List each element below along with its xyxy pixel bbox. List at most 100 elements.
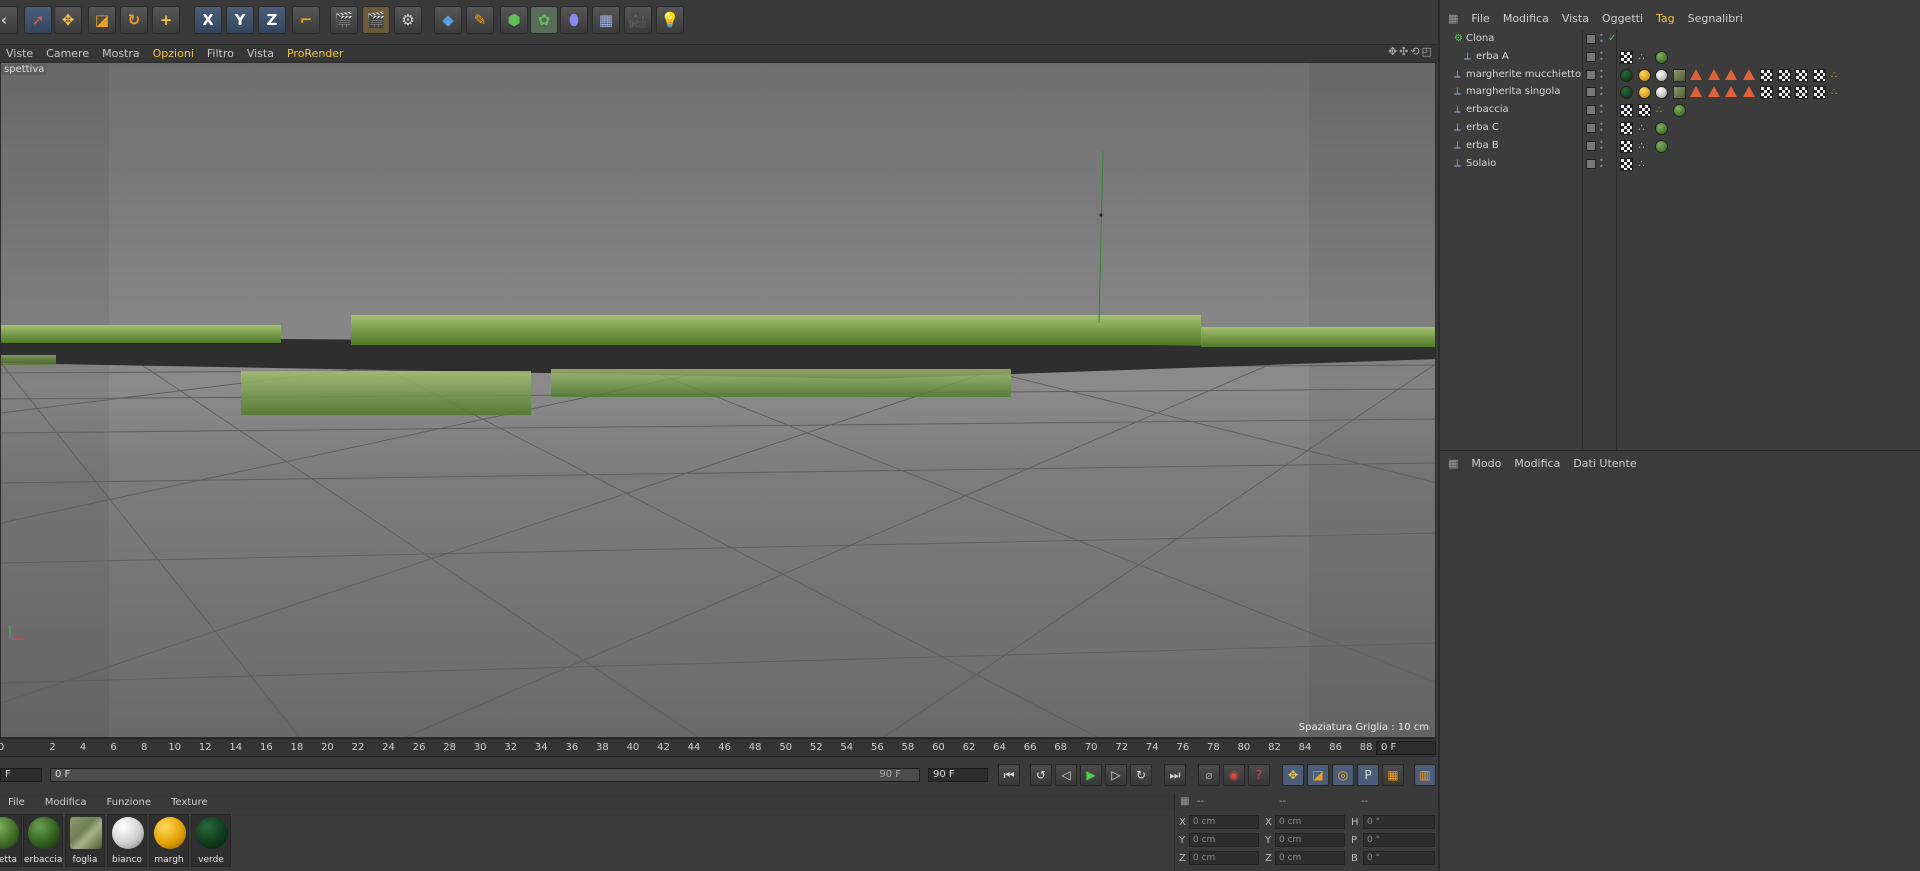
object-name[interactable]: erba A — [1476, 51, 1509, 62]
mat-menu-funzione[interactable]: Funzione — [107, 797, 152, 808]
tag-tex-icon[interactable] — [1672, 86, 1686, 100]
object-row[interactable]: ⟂ Solaio • • ∴ — [1440, 156, 1920, 173]
subdivision-icon[interactable]: ⬢ — [500, 6, 528, 34]
render-settings-icon[interactable]: ⚙ — [394, 6, 422, 34]
tag-sphere-white-icon[interactable] — [1655, 86, 1668, 100]
attr-menu-modo[interactable]: Modo — [1471, 457, 1501, 470]
goto-end-icon[interactable]: ⏭ — [1164, 764, 1186, 786]
object-name[interactable]: erbaccia — [1466, 104, 1509, 115]
deformer-icon[interactable]: ⬮ — [560, 6, 588, 34]
tag-checker-icon[interactable] — [1620, 50, 1633, 64]
object-row[interactable]: ⟂ margherite mucchietto • • ∴ — [1440, 67, 1920, 84]
tag-sphere-dark-icon[interactable] — [1620, 68, 1633, 82]
rotation-p-field[interactable]: 0 ° — [1363, 833, 1435, 847]
rotate-icon[interactable]: ↻ — [120, 6, 148, 34]
tag-checker-icon[interactable] — [1620, 157, 1633, 171]
layer-toggle[interactable] — [1586, 87, 1596, 98]
tag-tex-icon[interactable] — [1672, 68, 1686, 82]
next-frame-icon[interactable]: ▷ — [1105, 764, 1127, 786]
tag-tri-icon[interactable] — [1690, 86, 1702, 98]
obj-menu-file[interactable]: File — [1471, 12, 1489, 25]
menu-camere[interactable]: Camere — [46, 47, 89, 60]
tag-tri-icon[interactable] — [1690, 68, 1702, 80]
tag-checker-icon[interactable] — [1760, 86, 1773, 100]
layer-toggle[interactable] — [1586, 158, 1596, 169]
viewport-nav-icons[interactable]: ✥✣⟲◰ — [1388, 45, 1434, 58]
x-axis-icon[interactable]: X — [194, 6, 222, 34]
tag-dots-icon[interactable]: ∴ — [1637, 50, 1651, 64]
tag-checker-icon[interactable] — [1777, 68, 1791, 82]
tag-checker-icon[interactable] — [1620, 122, 1633, 135]
material-swatch[interactable]: erbaccia — [23, 814, 63, 867]
object-row[interactable]: ⟂ erba A • • ∴ — [1440, 49, 1920, 66]
mat-menu-texture[interactable]: Texture — [171, 797, 208, 808]
camera-icon[interactable]: 🎥 — [624, 6, 652, 34]
visibility-dots[interactable]: • • — [1599, 67, 1604, 81]
visibility-dots[interactable]: • • — [1599, 103, 1604, 117]
tag-checker-icon[interactable] — [1637, 104, 1651, 118]
tag-tri-icon[interactable] — [1742, 86, 1755, 98]
tag-checker-icon[interactable] — [1812, 68, 1826, 82]
layer-toggle[interactable] — [1586, 123, 1596, 133]
timeline-ruler[interactable]: 0 2 4 6 8 10 12 14 16 18 20 22 24 26 28 30 32 34 36 38 40 42 4… — [0, 738, 1436, 756]
menu-opzioni[interactable]: Opzioni — [153, 47, 194, 60]
tag-checker-icon[interactable] — [1760, 68, 1773, 82]
object-name[interactable]: Solaio — [1466, 158, 1496, 169]
tag-checker-icon[interactable] — [1620, 139, 1633, 153]
object-row[interactable]: ⟂ erba C • • ∴ — [1440, 120, 1920, 137]
visibility-dots[interactable]: • • — [1599, 156, 1604, 170]
layer-toggle[interactable] — [1586, 34, 1596, 44]
tag-sphere-green-icon[interactable] — [1655, 139, 1668, 153]
tag-dots-icon[interactable]: ∴ — [1655, 104, 1668, 118]
visibility-dots[interactable]: • • — [1599, 138, 1604, 152]
autokey-icon[interactable]: ◉ — [1223, 764, 1245, 786]
obj-menu-segnalibri[interactable]: Segnalibri — [1688, 12, 1743, 25]
z-axis-icon[interactable]: Z — [258, 6, 286, 34]
visibility-dots[interactable]: • • — [1599, 49, 1604, 63]
pen-icon[interactable]: ✎ — [466, 6, 494, 34]
loop-icon[interactable]: ↻ — [1130, 764, 1152, 786]
move-key-icon[interactable]: ✥ — [1282, 764, 1304, 786]
tag-tri-icon[interactable] — [1707, 68, 1720, 80]
material-swatch[interactable]: foglia — [65, 814, 105, 867]
param-key-icon[interactable]: P — [1357, 764, 1379, 786]
add-icon[interactable]: + — [152, 6, 180, 34]
position-z-field[interactable]: 0 cm — [1189, 851, 1259, 865]
tag-sphere-dark-icon[interactable] — [1620, 86, 1633, 100]
tag-tri-icon[interactable] — [1725, 68, 1737, 80]
tag-tri-icon[interactable] — [1707, 86, 1720, 98]
tag-sphere-green-icon[interactable] — [1655, 122, 1668, 135]
rotation-b-field[interactable]: 0 ° — [1363, 851, 1435, 865]
tag-tri-icon[interactable] — [1725, 86, 1737, 98]
enabled-check-icon[interactable]: ✓ — [1608, 33, 1616, 44]
object-name[interactable]: erba B — [1466, 140, 1499, 151]
prev-key-icon[interactable]: ↺ — [1030, 764, 1052, 786]
material-swatch[interactable]: bianco — [107, 814, 147, 867]
key-help-icon[interactable]: ? — [1248, 764, 1270, 786]
layer-toggle[interactable] — [1586, 69, 1596, 80]
layer-toggle[interactable] — [1586, 140, 1596, 151]
render-view-icon[interactable]: 🎬 — [330, 6, 358, 34]
play-icon[interactable]: ▶ — [1080, 764, 1102, 786]
tag-dots-icon[interactable]: ∴ — [1637, 122, 1651, 135]
array-icon[interactable]: ✿ — [530, 6, 558, 34]
tag-checker-icon[interactable] — [1812, 86, 1826, 100]
tag-checker-icon[interactable] — [1795, 68, 1808, 82]
start-frame-field[interactable]: F — [0, 768, 42, 782]
material-swatch[interactable]: verde — [191, 814, 231, 867]
obj-menu-vista[interactable]: Vista — [1562, 12, 1589, 25]
current-frame-field[interactable]: 0 F — [1376, 741, 1436, 755]
position-x-field[interactable]: 0 cm — [1189, 815, 1259, 829]
scale-key-icon[interactable]: ◪ — [1307, 764, 1329, 786]
visibility-dots[interactable]: • • — [1599, 121, 1604, 135]
object-row[interactable]: ⚙ Clona • • ✓ — [1440, 31, 1920, 48]
tag-dots-icon[interactable]: ∴ — [1830, 68, 1843, 82]
menu-mostra[interactable]: Mostra — [102, 47, 140, 60]
size-x-field[interactable]: 0 cm — [1275, 815, 1345, 829]
obj-menu-tag[interactable]: Tag — [1656, 12, 1675, 25]
menu-filtro[interactable]: Filtro — [207, 47, 234, 60]
object-row[interactable]: ⟂ erba B • • ∴ — [1440, 138, 1920, 155]
object-name[interactable]: erba C — [1466, 122, 1499, 133]
undo-icon[interactable]: ‹ — [0, 6, 18, 34]
object-name[interactable]: margherite mucchietto — [1466, 69, 1581, 80]
